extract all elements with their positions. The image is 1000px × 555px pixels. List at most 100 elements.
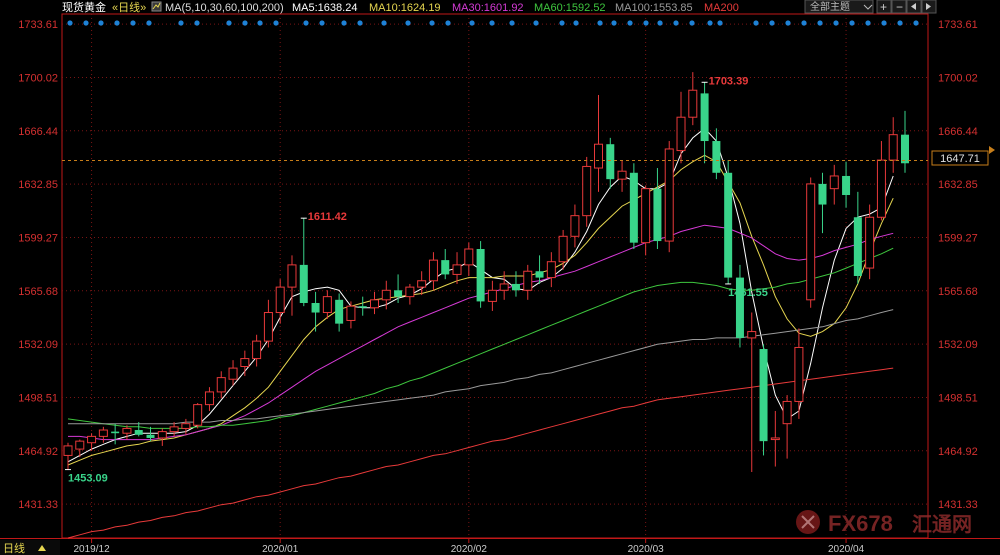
- candlestick: [322, 290, 332, 319]
- event-dot[interactable]: [833, 20, 839, 26]
- event-dot[interactable]: [178, 20, 184, 26]
- prev-button[interactable]: [906, 0, 922, 14]
- candle-body-up: [876, 159, 886, 218]
- candlestick: [204, 387, 214, 411]
- event-dot[interactable]: [319, 20, 325, 26]
- low-annotation: 1451.55: [728, 287, 768, 299]
- event-dot[interactable]: [130, 20, 136, 26]
- event-dot[interactable]: [405, 20, 411, 26]
- event-dot[interactable]: [865, 20, 871, 26]
- event-dot[interactable]: [83, 20, 89, 26]
- zoom-in-button[interactable]: +: [876, 0, 892, 14]
- event-dot[interactable]: [509, 20, 515, 26]
- event-dot[interactable]: [146, 20, 152, 26]
- event-dot[interactable]: [881, 20, 887, 26]
- event-dot[interactable]: [67, 20, 73, 26]
- event-dot[interactable]: [897, 20, 903, 26]
- candle-body-up: [452, 264, 462, 275]
- event-dot[interactable]: [573, 20, 579, 26]
- ma-line-ma200: [67, 367, 894, 539]
- candle-body-down: [712, 141, 721, 173]
- event-dot[interactable]: [597, 20, 603, 26]
- candle-body-up: [216, 377, 226, 393]
- event-dot[interactable]: [98, 20, 104, 26]
- y-tick-label-left: 1666.44: [18, 126, 58, 138]
- event-dot[interactable]: [849, 20, 855, 26]
- event-dot[interactable]: [489, 20, 495, 26]
- candle-body-up: [888, 134, 898, 161]
- event-dot[interactable]: [627, 20, 633, 26]
- event-dot[interactable]: [717, 20, 723, 26]
- candle-body-up: [381, 289, 391, 301]
- price-chart[interactable]: 1453.09 1611.42 1703.39 1451.55 1733.61 1700…: [0, 0, 1000, 555]
- event-dot[interactable]: [242, 20, 248, 26]
- theme-dropdown[interactable]: 全部主题: [804, 0, 874, 14]
- y-tick-label-left: 1431.33: [18, 499, 58, 511]
- event-dot[interactable]: [753, 20, 759, 26]
- event-dot[interactable]: [643, 20, 649, 26]
- candlestick: [275, 279, 285, 324]
- y-tick-label-right: 1666.44: [938, 126, 978, 138]
- event-dot[interactable]: [801, 20, 807, 26]
- candlestick: [263, 299, 273, 348]
- event-dot[interactable]: [429, 20, 435, 26]
- candlestick: [617, 160, 627, 192]
- event-dot[interactable]: [357, 20, 363, 26]
- ma-icon: [151, 1, 162, 12]
- candle-body-up: [747, 331, 757, 339]
- candle-body-up: [252, 340, 262, 360]
- period-selector[interactable]: «日线»: [112, 0, 146, 14]
- event-dot[interactable]: [707, 20, 713, 26]
- candlestick: [688, 72, 698, 126]
- event-dots[interactable]: [67, 20, 919, 26]
- event-dot[interactable]: [303, 20, 309, 26]
- x-tick-label: 2020/01: [262, 544, 299, 555]
- event-dot[interactable]: [194, 20, 200, 26]
- next-button[interactable]: [921, 0, 937, 14]
- candle-body-up: [181, 423, 191, 429]
- event-dot[interactable]: [673, 20, 679, 26]
- ma-spec-label[interactable]: MA(5,10,30,60,100,200): [165, 2, 284, 14]
- candle-body-up: [204, 391, 214, 406]
- candle-body-up: [865, 216, 875, 269]
- event-dot[interactable]: [689, 20, 695, 26]
- y-tick-label-left: 1632.85: [18, 179, 58, 191]
- candle-body-up: [782, 400, 792, 425]
- candlestick: [358, 296, 367, 316]
- candle-body-up: [405, 286, 415, 298]
- candle-body-up: [676, 116, 686, 152]
- y-tick-label-left: 1464.92: [18, 446, 58, 458]
- candlestick: [570, 204, 580, 248]
- y-tick-label-left: 1599.27: [18, 232, 58, 244]
- candlestick: [63, 442, 73, 470]
- candle-body-up: [122, 427, 132, 434]
- event-dot[interactable]: [533, 20, 539, 26]
- event-dot[interactable]: [657, 20, 663, 26]
- event-dot[interactable]: [114, 20, 120, 26]
- event-dot[interactable]: [769, 20, 775, 26]
- event-dot[interactable]: [469, 20, 475, 26]
- event-dot[interactable]: [257, 20, 263, 26]
- zoom-out-button[interactable]: −: [891, 0, 907, 14]
- event-dot[interactable]: [381, 20, 387, 26]
- candle-body-down: [818, 183, 827, 205]
- candlestick: [452, 252, 462, 284]
- event-dot[interactable]: [445, 20, 451, 26]
- candlestick: [759, 344, 768, 456]
- candlestick: [888, 117, 898, 173]
- current-price-tag: 1647.71: [931, 146, 995, 166]
- event-dot[interactable]: [611, 20, 617, 26]
- event-dot[interactable]: [341, 20, 347, 26]
- candle-body-down: [476, 249, 485, 302]
- event-dot[interactable]: [226, 20, 232, 26]
- event-dot[interactable]: [273, 20, 279, 26]
- watermark-text: FX678: [828, 511, 893, 536]
- candlestick: [476, 241, 485, 308]
- candle-body-down: [853, 217, 862, 276]
- event-dot[interactable]: [913, 20, 919, 26]
- event-dot[interactable]: [817, 20, 823, 26]
- event-dot[interactable]: [559, 20, 565, 26]
- bottom-period-toggle[interactable]: 日线: [0, 540, 60, 555]
- event-dot[interactable]: [785, 20, 791, 26]
- y-tick-label-left: 1700.02: [18, 72, 58, 84]
